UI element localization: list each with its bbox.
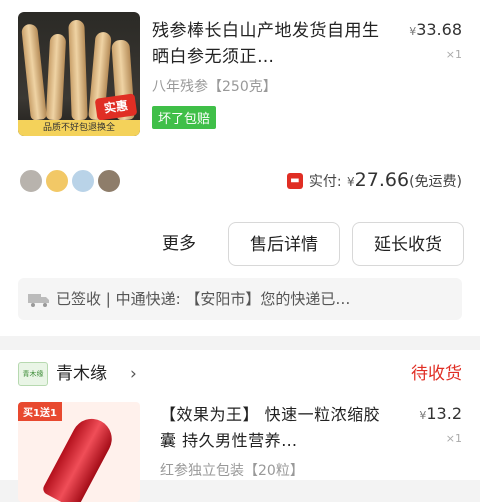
shop-logo: 青木缘 (18, 362, 48, 386)
order-status: 待收货 (411, 364, 462, 384)
guarantee-tag: 坏了包赔 (152, 106, 217, 129)
product-spec: 八年残参【250克】 (152, 79, 277, 95)
image-ribbon: 买1送1 (18, 402, 62, 421)
after-sales-button[interactable]: 售后详情 (228, 222, 340, 266)
chevron-right-icon[interactable]: › (130, 360, 137, 388)
paid-value: 27.66 (354, 169, 410, 191)
avatar (70, 168, 96, 194)
product-image[interactable]: 买1送1 (18, 402, 140, 502)
extend-receipt-button[interactable]: 延长收货 (352, 222, 464, 266)
product-title[interactable]: 残参棒长白山产地发货自用生晒白参无须正… (152, 18, 392, 70)
logistics-text: 已签收 | 中通快递: 【安阳市】您的快递已… (56, 290, 351, 308)
product-bottle (41, 411, 119, 502)
order-card[interactable]: 青木缘 青木缘 › 待收货 买1送1 【效果为王】 快速一粒浓缩胶囊 持久男性营… (0, 350, 480, 502)
paid-currency: ¥ (347, 175, 355, 189)
shop-header[interactable]: 青木缘 青木缘 › 待收货 (18, 360, 462, 388)
ginseng-root (45, 33, 67, 121)
avatar (44, 168, 70, 194)
product-title[interactable]: 【效果为王】 快速一粒浓缩胶囊 持久男性营养… (160, 402, 392, 454)
price-value: 33.68 (416, 20, 462, 39)
shipping-note: (免运费) (409, 174, 462, 190)
product-spec: 红参独立包装【20粒】 (160, 463, 304, 479)
price-value: 13.2 (426, 404, 462, 423)
ginseng-root (21, 23, 47, 121)
logistics-status[interactable]: 已签收 | 中通快递: 【安阳市】您的快递已… (18, 278, 462, 320)
paid-amount: ▬ 实付: ¥27.66(免运费) (286, 169, 462, 191)
red-pay-icon: ▬ (286, 173, 303, 189)
more-button[interactable]: 更多 (148, 224, 210, 264)
truck-icon (28, 293, 49, 307)
avatar (18, 168, 44, 194)
product-price: ¥13.2 (419, 404, 462, 423)
product-price: ¥33.68 (409, 20, 462, 39)
shop-name[interactable]: 青木缘 (56, 360, 107, 388)
order-card[interactable]: 实惠 品质不好包退换全 残参棒长白山产地发货自用生晒白参无须正… ¥33.68 … (0, 0, 480, 336)
image-footer-text: 品质不好包退换全 (18, 120, 140, 136)
avatar (96, 168, 122, 194)
product-quantity: ×1 (445, 48, 462, 61)
ginseng-root (68, 19, 88, 121)
paid-label: 实付: (308, 174, 342, 190)
product-image[interactable]: 实惠 品质不好包退换全 (18, 12, 140, 136)
product-quantity: ×1 (445, 432, 462, 445)
